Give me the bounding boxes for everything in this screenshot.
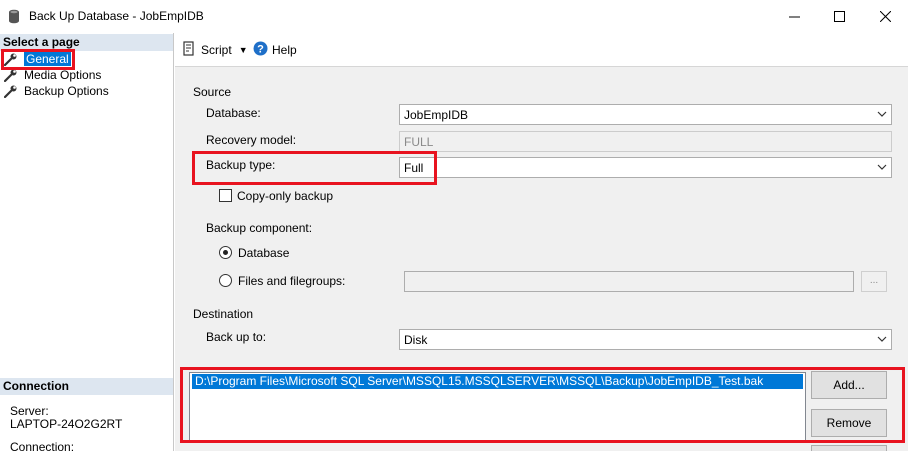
left-pane: Select a page General Media Options Back…	[0, 33, 174, 451]
page-item-backup-options[interactable]: Backup Options	[3, 83, 109, 99]
component-files-label: Files and filegroups:	[238, 274, 346, 288]
chevron-down-icon: ▼	[238, 45, 248, 55]
connection-label: Connection:	[10, 440, 75, 451]
title-bar: Back Up Database - JobEmpIDB	[0, 0, 908, 33]
recovery-model-value: FULL	[404, 135, 434, 149]
backup-component-label: Backup component:	[206, 221, 313, 235]
database-label: Database:	[206, 106, 261, 120]
close-button[interactable]	[862, 0, 908, 33]
highlight-general	[1, 49, 75, 70]
highlight-backup-type	[192, 151, 437, 185]
script-label: Script	[201, 43, 232, 57]
chevron-down-icon	[877, 333, 887, 345]
source-section-label: Source	[193, 85, 232, 99]
database-icon	[8, 9, 20, 24]
copy-only-checkbox[interactable]	[219, 189, 232, 202]
recovery-model-field: FULL	[399, 131, 892, 152]
help-button[interactable]: ? Help	[253, 41, 297, 59]
component-database-label: Database	[238, 246, 290, 260]
component-database-radio[interactable]	[219, 246, 232, 259]
browse-filegroups-button: ...	[861, 271, 887, 292]
destination-section-label: Destination	[193, 307, 254, 321]
close-icon	[879, 11, 891, 22]
minimize-button[interactable]	[771, 0, 817, 33]
wrench-icon	[3, 69, 18, 82]
back-up-to-label: Back up to:	[206, 330, 267, 344]
filegroups-field	[404, 271, 854, 292]
highlight-destination	[180, 367, 905, 443]
backup-type-select[interactable]: Full	[399, 157, 892, 178]
help-label: Help	[272, 43, 297, 57]
server-value: LAPTOP-24O2G2RT	[10, 417, 123, 431]
server-label: Server:	[10, 404, 49, 418]
chevron-down-icon	[877, 108, 887, 120]
page-item-label: Media Options	[24, 68, 102, 82]
svg-text:?: ?	[257, 44, 264, 56]
script-icon	[183, 41, 196, 59]
component-files-radio[interactable]	[219, 274, 232, 287]
copy-only-label: Copy-only backup	[237, 189, 334, 203]
chevron-down-icon	[877, 161, 887, 173]
script-button[interactable]: Script ▼	[183, 41, 248, 59]
minimize-icon	[788, 11, 800, 22]
toolbar: Script ▼ ? Help	[175, 33, 908, 67]
database-value: JobEmpIDB	[404, 108, 469, 122]
connection-header: Connection	[0, 378, 173, 395]
maximize-icon	[833, 11, 845, 22]
contents-button[interactable]	[811, 445, 887, 451]
back-up-to-value: Disk	[404, 333, 428, 347]
window-title: Back Up Database - JobEmpIDB	[29, 9, 204, 23]
back-up-to-select[interactable]: Disk	[399, 329, 892, 350]
help-icon: ?	[253, 41, 268, 59]
database-select[interactable]: JobEmpIDB	[399, 104, 892, 125]
recovery-model-label: Recovery model:	[206, 133, 297, 147]
wrench-icon	[3, 85, 18, 98]
maximize-button[interactable]	[816, 0, 862, 33]
page-item-label: Backup Options	[24, 84, 109, 98]
